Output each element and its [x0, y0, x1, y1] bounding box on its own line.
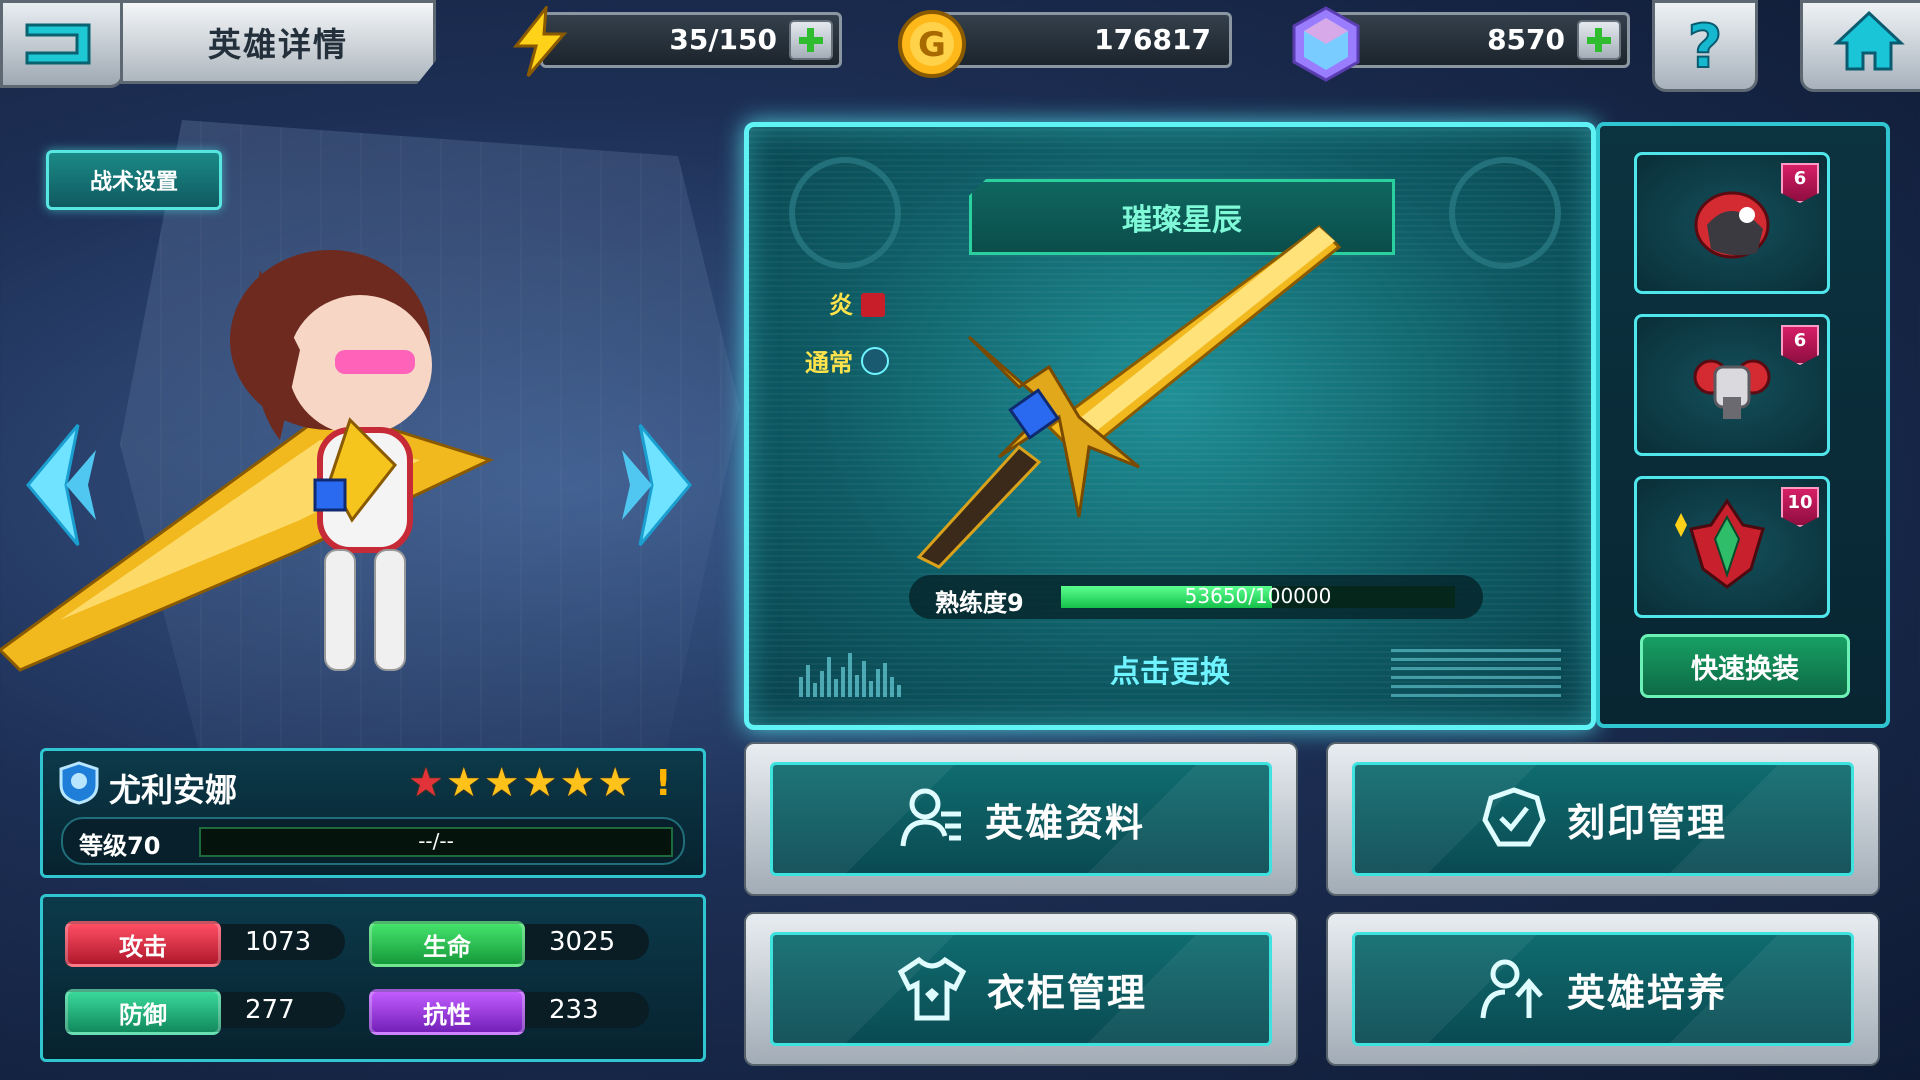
shirt-icon: [897, 956, 967, 1021]
help-button[interactable]: ?: [1652, 0, 1758, 92]
quick-equip-label: 快速换装: [1691, 653, 1799, 685]
gem-icon: [1292, 6, 1360, 82]
hero-info-button[interactable]: 英雄资料: [744, 742, 1298, 896]
stat-defense-value: 277: [205, 992, 345, 1028]
weapon-type-label: 通常: [805, 349, 853, 377]
star-icon: ★: [559, 760, 596, 806]
mastery-row: 熟练度9 53650/100000: [909, 575, 1483, 619]
equipment-slot-emblem[interactable]: 10: [1634, 476, 1830, 618]
hero-name: 尤利安娜: [109, 771, 238, 809]
imprint-manage-button-face: 刻印管理: [1352, 762, 1854, 876]
hero-info-button-face: 英雄资料: [770, 762, 1272, 876]
imprint-seal-icon: [1482, 787, 1546, 847]
exp-bar: --/--: [199, 827, 673, 857]
weapon-type: 通常: [805, 343, 889, 378]
imprint-manage-label: 刻印管理: [1566, 800, 1727, 845]
stat-attack: 1073 攻击: [65, 921, 355, 967]
exp-text: --/--: [418, 829, 454, 853]
hero-training-label: 英雄培养: [1566, 970, 1727, 1015]
page-title: 英雄详情: [208, 25, 348, 64]
equipment-level-badge: 6: [1781, 325, 1819, 365]
weapon-panel[interactable]: 璀璨星辰 炎 通常 熟练度9 53650/100000 点击更换: [744, 122, 1596, 730]
normal-type-icon: [861, 347, 889, 375]
mastery-progress-bar: 53650/100000: [1061, 584, 1455, 608]
gem-value: 8570: [1487, 23, 1565, 56]
gem-bar: 8570: [1328, 12, 1630, 68]
question-mark-icon: ?: [1687, 11, 1724, 83]
equipment-level-badge: 6: [1781, 163, 1819, 203]
home-button[interactable]: [1800, 0, 1920, 92]
weapon-element-label: 炎: [829, 291, 853, 319]
lines-decoration: [1391, 647, 1561, 697]
svg-text:G: G: [918, 25, 946, 65]
equipment-slot-armor[interactable]: 6: [1634, 314, 1830, 456]
hero-info-label: 英雄资料: [984, 800, 1145, 845]
hero-info-panel: 尤利安娜 ★ ★ ★ ★ ★ ★ ! 等级70 --/--: [40, 748, 706, 878]
mastery-level: 熟练度9: [935, 589, 1024, 617]
hero-character: [0, 250, 495, 672]
star-icon: ★: [521, 760, 558, 806]
star-icon: ★: [408, 760, 444, 806]
stat-attack-value: 1073: [205, 924, 345, 960]
star-icon: ★: [597, 760, 634, 806]
gold-value: 176817: [1094, 23, 1211, 56]
person-upgrade-icon: [1480, 959, 1543, 1019]
imprint-manage-button[interactable]: 刻印管理: [1326, 742, 1880, 896]
quick-equip-button[interactable]: 快速换装: [1640, 634, 1850, 698]
lightning-icon: [512, 6, 568, 77]
gold-bar: 176817: [930, 12, 1232, 68]
weapon-element: 炎: [829, 285, 885, 320]
home-icon: [1833, 10, 1905, 71]
wardrobe-manage-button[interactable]: 衣柜管理: [744, 912, 1298, 1066]
tactic-settings-button[interactable]: 战术设置: [46, 150, 222, 210]
page-title-plate: 英雄详情: [120, 0, 436, 84]
stamina-value: 35/150: [669, 23, 777, 56]
equipment-column: 6 6 10 快速换装: [1596, 122, 1890, 728]
stat-hp-value: 3025: [509, 924, 649, 960]
back-button[interactable]: [0, 0, 124, 88]
hero-star-rating: ★ ★ ★ ★ ★ ★: [408, 761, 633, 805]
stat-defense: 277 防御: [65, 989, 355, 1035]
stat-resistance-label: 抗性: [369, 989, 525, 1035]
radar-decoration: [789, 157, 901, 269]
stamina-bar: 35/150: [540, 12, 842, 68]
gold-coin-icon: G: [898, 10, 966, 78]
mastery-progress-text: 53650/100000: [1184, 584, 1332, 608]
hero-stats-panel: 1073 攻击 3025 生命 277 防御 233 抗性: [40, 894, 706, 1062]
stat-resistance: 233 抗性: [369, 989, 659, 1035]
stat-resistance-value: 233: [509, 992, 649, 1028]
star-icon: ★: [483, 760, 520, 806]
fire-element-icon: [861, 293, 885, 317]
person-profile-icon: [900, 788, 961, 847]
wardrobe-manage-label: 衣柜管理: [986, 970, 1147, 1015]
stat-attack-label: 攻击: [65, 921, 221, 967]
tactic-settings-label: 战术设置: [89, 170, 178, 195]
emblem-icon: [1675, 498, 1765, 589]
equipment-slot-helmet[interactable]: 6: [1634, 152, 1830, 294]
next-hero-arrow-icon[interactable]: [620, 420, 700, 550]
armor-icon: [1693, 359, 1771, 419]
radar-decoration: [1449, 157, 1561, 269]
stat-hp-label: 生命: [369, 921, 525, 967]
star-icon: ★: [445, 760, 482, 806]
helmet-icon: [1694, 191, 1770, 259]
hero-training-button-face: 英雄培养: [1352, 932, 1854, 1046]
equipment-level-badge: 10: [1781, 487, 1819, 527]
stat-hp: 3025 生命: [369, 921, 659, 967]
wardrobe-manage-button-face: 衣柜管理: [770, 932, 1272, 1046]
level-row: 等级70 --/--: [61, 817, 685, 865]
svg-text:?: ?: [1688, 12, 1723, 82]
add-gems-button[interactable]: [1577, 20, 1621, 60]
hero-training-button[interactable]: 英雄培养: [1326, 912, 1880, 1066]
back-arrow-icon: [25, 23, 91, 65]
stat-defense-label: 防御: [65, 989, 221, 1035]
weapon-sword-image: [916, 225, 1342, 569]
add-stamina-button[interactable]: [789, 20, 833, 60]
exclamation-alert-icon[interactable]: !: [655, 763, 671, 804]
top-bar: 英雄详情 35/150 176817 G 8570 ?: [0, 0, 1920, 92]
hero-level: 等级70: [79, 832, 161, 860]
hero-class-shield-icon: [59, 761, 99, 805]
